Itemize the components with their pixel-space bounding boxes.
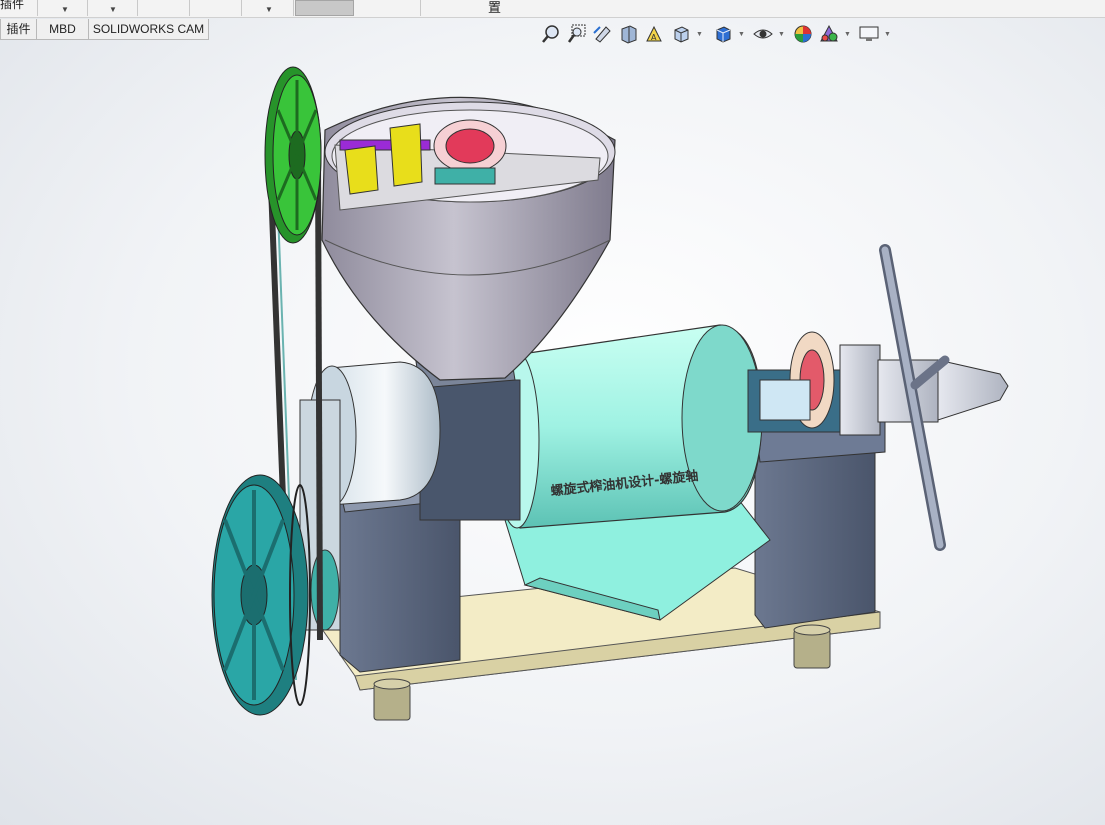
- svg-text:A: A: [651, 33, 657, 42]
- caret-down-icon[interactable]: ▼: [696, 31, 703, 38]
- caret-down-icon: ▼: [265, 5, 273, 14]
- view-settings-icon[interactable]: [858, 23, 880, 45]
- caret-down-icon[interactable]: ▼: [844, 31, 851, 38]
- caret-down-icon[interactable]: ▼: [778, 31, 785, 38]
- apply-scene-icon[interactable]: [818, 23, 840, 45]
- caret-down-icon[interactable]: ▼: [884, 31, 891, 38]
- edit-appearance-icon[interactable]: [792, 23, 814, 45]
- toolbar-label-addins: 插件: [0, 0, 25, 11]
- tab-mbd[interactable]: MBD: [36, 19, 89, 40]
- toolbar-cell-4[interactable]: [189, 0, 242, 16]
- toolbar-dropdown-2[interactable]: ▼: [87, 0, 138, 16]
- toolbar-dropdown-1[interactable]: ▼: [37, 0, 88, 16]
- caret-down-icon: ▼: [61, 5, 69, 14]
- tab-addins[interactable]: 插件: [0, 19, 37, 40]
- graphics-viewport[interactable]: 螺旋式榨油机设计-螺旋轴 插件 ▼ ▼ ▼ 置 插件 MBD SOLIDWORK…: [0, 0, 1105, 825]
- toolbar-cell-7[interactable]: [356, 0, 421, 16]
- tab-label: MBD: [49, 22, 76, 36]
- oil-press-model[interactable]: 螺旋式榨油机设计-螺旋轴: [0, 0, 1105, 825]
- tab-label: SOLIDWORKS CAM: [92, 22, 205, 36]
- zoom-to-fit-icon[interactable]: [540, 23, 562, 45]
- tab-solidworks-cam[interactable]: SOLIDWORKS CAM: [88, 19, 209, 40]
- toolbar-selected-button[interactable]: [295, 0, 354, 16]
- press-barrel: 螺旋式榨油机设计-螺旋轴: [494, 324, 763, 529]
- toolbar-label-right: 置: [488, 0, 502, 15]
- display-style-icon[interactable]: [712, 23, 734, 45]
- section-view-icon[interactable]: [618, 23, 640, 45]
- toolbar-dropdown-5[interactable]: ▼: [241, 0, 294, 16]
- hide-show-items-icon[interactable]: [752, 23, 774, 45]
- command-manager-strip: 插件 ▼ ▼ ▼ 置: [0, 0, 1105, 18]
- view-orientation-icon[interactable]: [670, 23, 692, 45]
- tab-label: 插件: [6, 22, 31, 36]
- press-frame-right: [754, 407, 886, 629]
- toolbar-cell-addins[interactable]: 插件: [0, 0, 38, 16]
- dynamic-annotation-icon[interactable]: A: [644, 23, 666, 45]
- caret-down-icon[interactable]: ▼: [738, 31, 745, 38]
- toolbar-cell-3[interactable]: [137, 0, 190, 16]
- previous-view-icon[interactable]: [592, 23, 614, 45]
- caret-down-icon: ▼: [109, 5, 117, 14]
- zoom-to-area-icon[interactable]: [566, 23, 588, 45]
- top-pulley: [264, 66, 322, 244]
